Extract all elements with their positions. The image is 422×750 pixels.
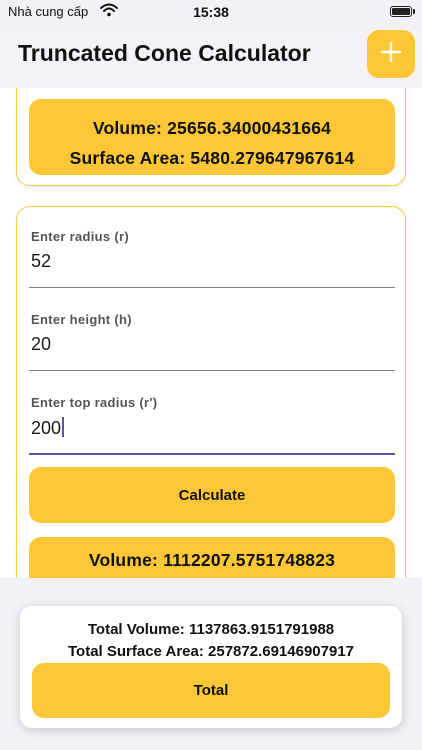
top-radius-input-wrap[interactable]: 200 [31, 417, 65, 439]
totals-panel: Total Volume: 1137863.9151791988 Total S… [20, 606, 402, 728]
current-result: Volume: 1112207.5751748823 [29, 537, 395, 578]
text-caret [62, 417, 65, 437]
total-volume: Total Volume: 1137863.9151791988 [87, 621, 335, 638]
radius-label: Enter radius (r) [31, 229, 129, 244]
battery-icon [390, 6, 415, 17]
height-label: Enter height (h) [31, 312, 132, 327]
radius-input[interactable]: 52 [31, 251, 51, 272]
top-radius-label: Enter top radius (r') [31, 395, 158, 410]
app-bar: Truncated Cone Calculator [0, 26, 422, 88]
top-radius-input[interactable]: 200 [31, 418, 61, 438]
calculate-button[interactable]: Calculate [29, 467, 395, 523]
cone-list[interactable]: Volume: 25656.34000431664 Surface Area: … [0, 88, 422, 578]
cone-card-previous: Volume: 25656.34000431664 Surface Area: … [16, 88, 406, 186]
radius-field[interactable]: Enter radius (r) 52 [29, 217, 395, 288]
status-bar: Nhà cung cấp 15:38 [0, 0, 422, 26]
page-title: Truncated Cone Calculator [18, 40, 311, 66]
status-time: 15:38 [193, 4, 229, 20]
total-surface-area: Total Surface Area: 257872.69146907917 [67, 643, 355, 660]
current-volume: Volume: 1112207.5751748823 [88, 550, 336, 570]
total-button[interactable]: Total [32, 663, 390, 718]
plus-icon [380, 41, 402, 68]
top-radius-field[interactable]: Enter top radius (r') 200 [29, 383, 395, 455]
height-input[interactable]: 20 [31, 334, 51, 355]
previous-surface-area: Surface Area: 5480.279647967614 [69, 148, 355, 168]
previous-volume: Volume: 25656.34000431664 [92, 118, 332, 138]
cone-card-current: Enter radius (r) 52 Enter height (h) 20 … [16, 206, 406, 578]
height-field[interactable]: Enter height (h) 20 [29, 300, 395, 371]
add-button[interactable] [367, 30, 415, 78]
previous-result: Volume: 25656.34000431664 Surface Area: … [29, 99, 395, 175]
